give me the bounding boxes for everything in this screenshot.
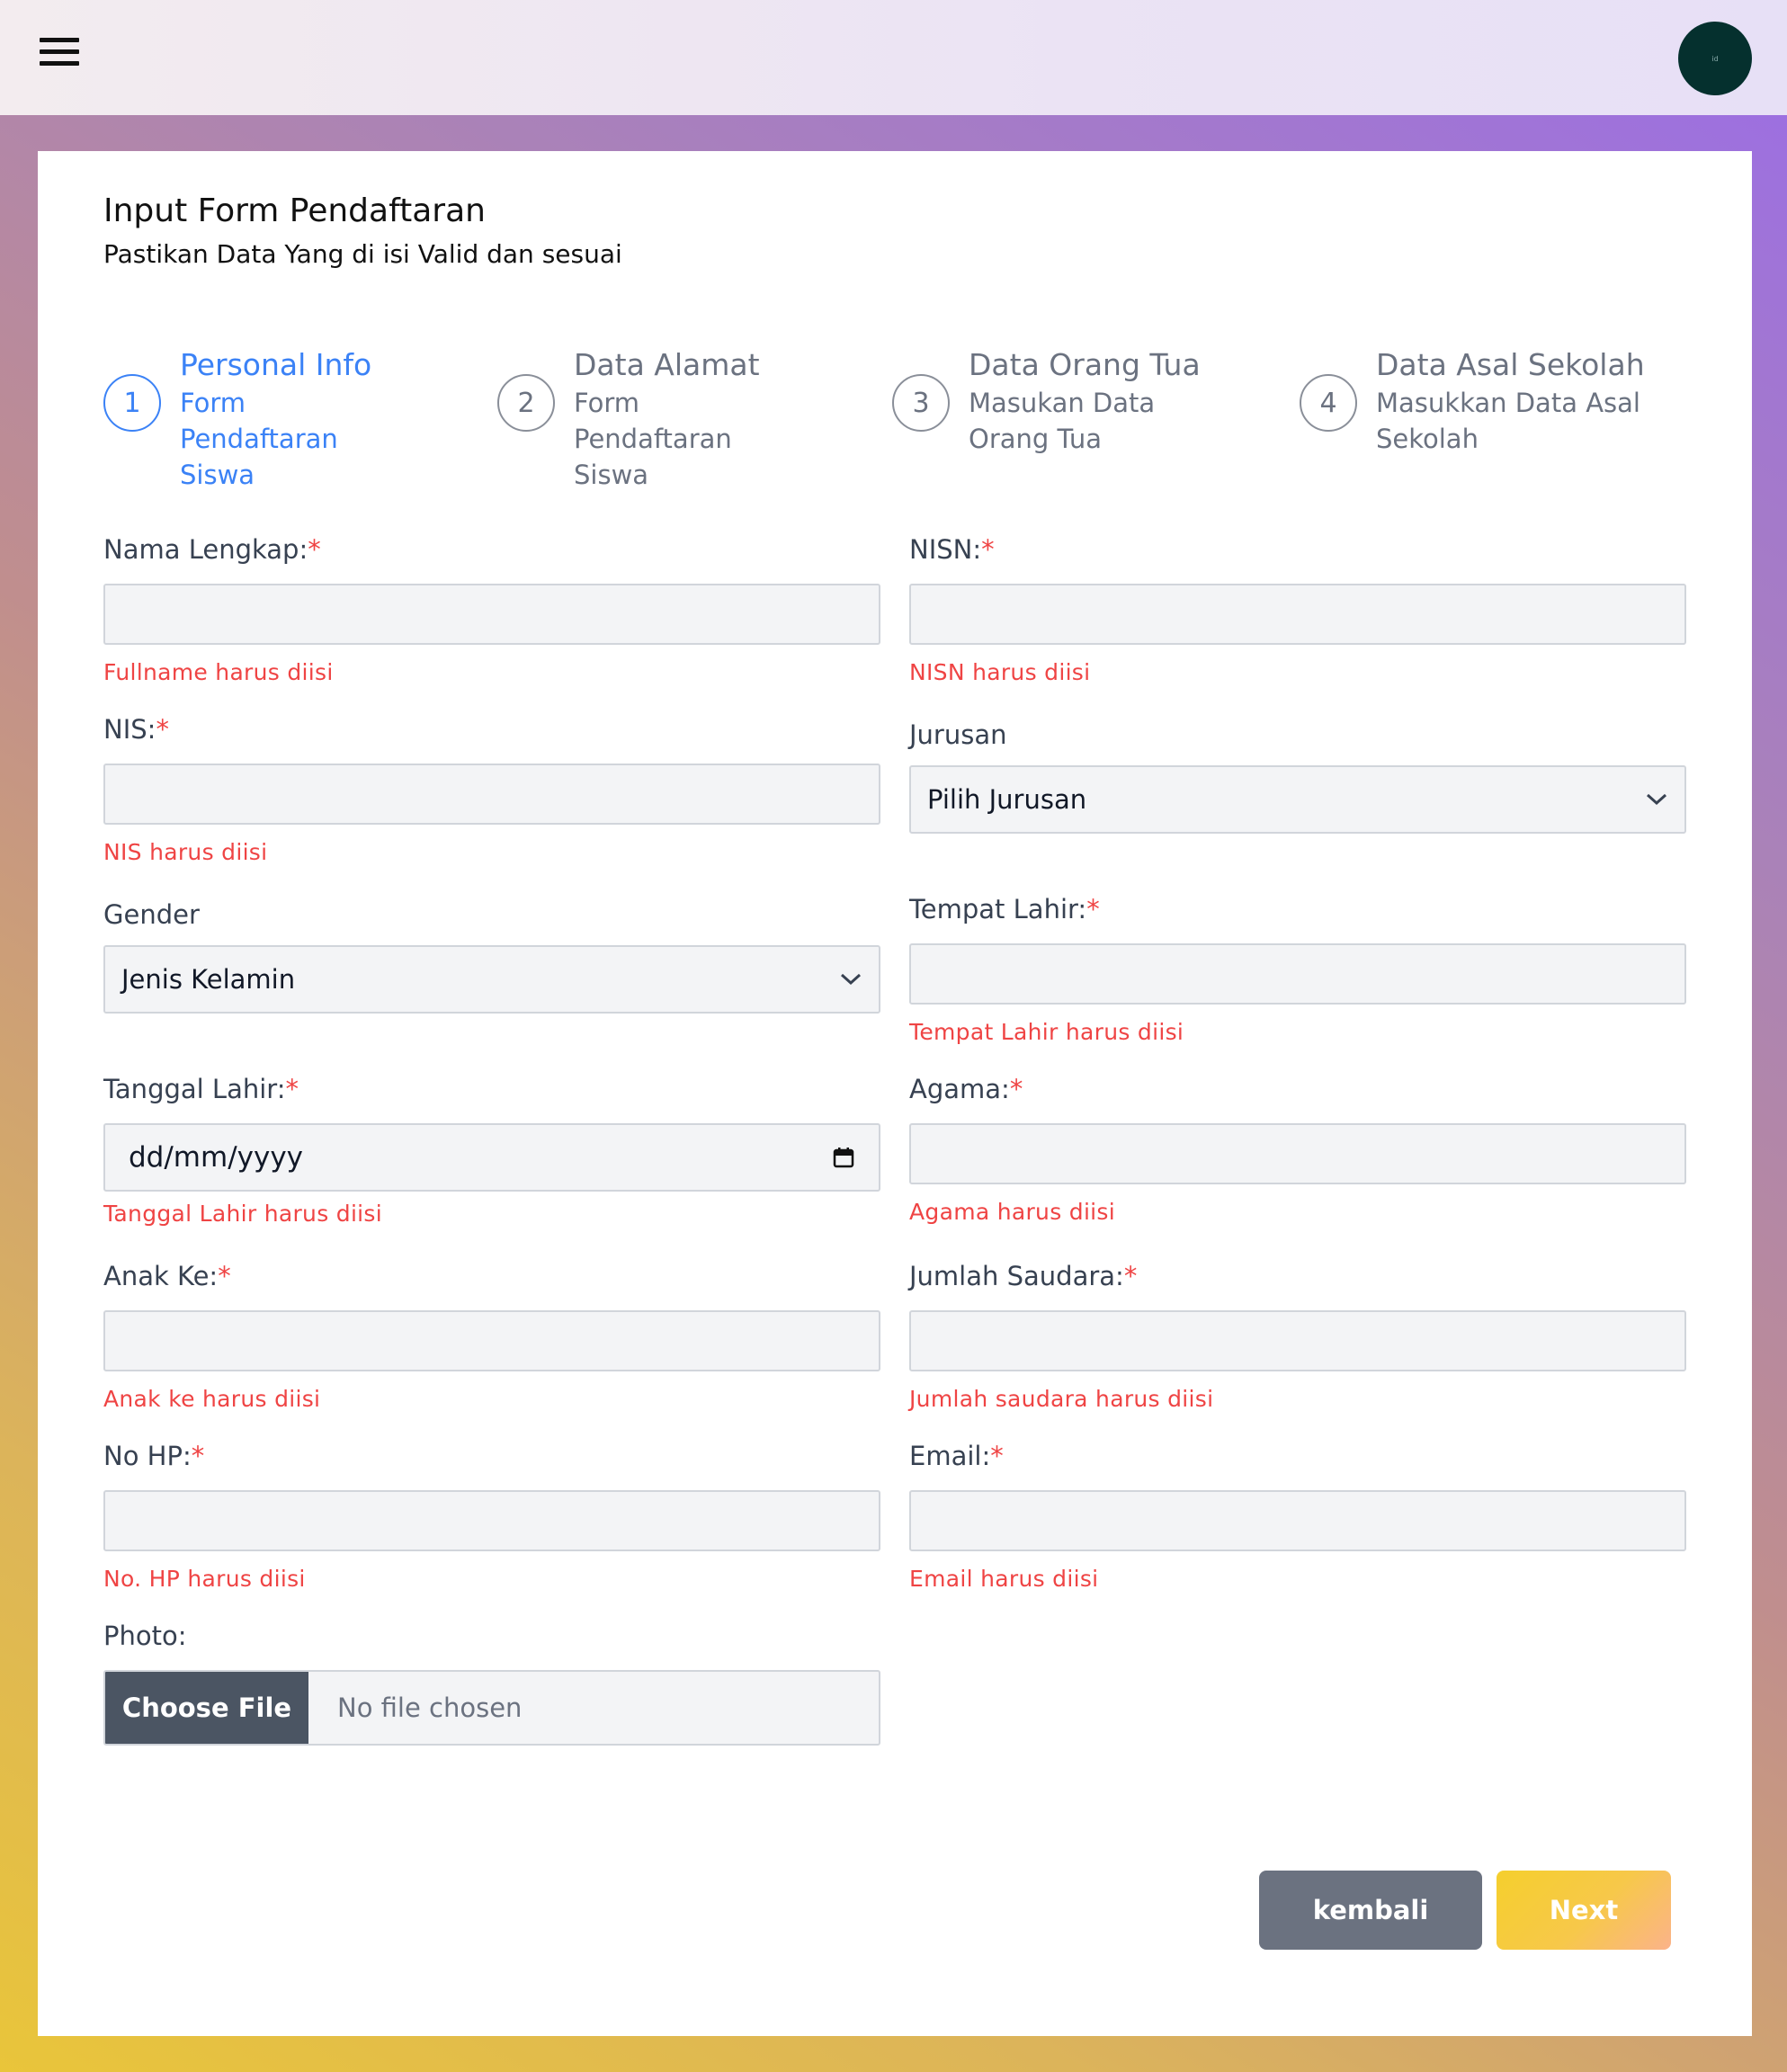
field-anak-ke: Anak Ke:* Anak ke harus diisi <box>103 1258 880 1415</box>
email-input[interactable] <box>909 1490 1686 1551</box>
required-marker: * <box>990 1441 1004 1471</box>
field-jumlah-saudara: Jumlah Saudara:* Jumlah saudara harus di… <box>909 1258 1686 1415</box>
field-photo: Photo: Choose File No file chosen <box>103 1618 880 1746</box>
jurusan-selected-value: Pilih Jurusan <box>927 784 1087 815</box>
jumlah-saudara-error: Jumlah saudara harus diisi <box>909 1386 1214 1412</box>
nisn-label: NISN: <box>909 534 982 565</box>
file-status: No file chosen <box>337 1692 523 1723</box>
field-email: Email:* Email harus diisi <box>909 1438 1686 1594</box>
no-hp-input[interactable] <box>103 1490 880 1551</box>
jumlah-saudara-input[interactable] <box>909 1310 1686 1371</box>
nis-error: NIS harus diisi <box>103 839 268 865</box>
nisn-error: NISN harus diisi <box>909 659 1091 685</box>
no-hp-error: No. HP harus diisi <box>103 1566 306 1592</box>
required-marker: * <box>156 714 169 745</box>
nis-label: NIS: <box>103 714 156 745</box>
no-hp-label: No HP: <box>103 1441 192 1471</box>
page-title: Input Form Pendaftaran <box>103 192 486 229</box>
chevron-down-icon <box>840 973 862 986</box>
anak-ke-input[interactable] <box>103 1310 880 1371</box>
tempat-lahir-input[interactable] <box>909 943 1686 1005</box>
required-marker: * <box>218 1261 231 1291</box>
step-description: Sekolah <box>1376 424 1479 454</box>
step-description: Siswa <box>574 460 649 490</box>
field-no-hp: No HP:* No. HP harus diisi <box>103 1438 880 1594</box>
tempat-lahir-label: Tempat Lahir: <box>909 894 1087 924</box>
tanggal-lahir-error: Tanggal Lahir harus diisi <box>103 1201 383 1227</box>
required-marker: * <box>285 1074 299 1104</box>
agama-label: Agama: <box>909 1074 1010 1104</box>
agama-error: Agama harus diisi <box>909 1199 1116 1225</box>
gender-label: Gender <box>103 899 200 930</box>
field-jurusan: Jurusan Pilih Jurusan <box>909 717 1686 834</box>
field-agama: Agama:* Agama harus diisi <box>909 1071 1686 1228</box>
anak-ke-error: Anak ke harus diisi <box>103 1386 321 1412</box>
photo-file-input[interactable]: Choose File No file chosen <box>103 1670 880 1746</box>
step-title: Data Asal Sekolah <box>1376 347 1645 382</box>
step-description: Form Pendaftaran <box>180 388 338 454</box>
next-button[interactable]: Next <box>1497 1871 1671 1950</box>
chevron-down-icon <box>1646 793 1667 806</box>
field-gender: Gender Jenis Kelamin <box>103 897 880 1014</box>
step-description: Siswa <box>180 460 255 490</box>
field-nama-lengkap: Nama Lengkap:* Fullname harus diisi <box>103 531 880 688</box>
tanggal-lahir-date-input[interactable]: dd/mm/yyyy <box>103 1123 880 1192</box>
choose-file-button[interactable]: Choose File <box>105 1672 308 1744</box>
field-nis: NIS:* NIS harus diisi <box>103 711 880 868</box>
back-button[interactable]: kembali <box>1259 1871 1482 1950</box>
step-number-1: 1 <box>103 374 161 432</box>
page-subtitle: Pastikan Data Yang di isi Valid dan sesu… <box>103 239 622 269</box>
top-navbar: id <box>0 0 1787 115</box>
step-number-4: 4 <box>1300 374 1357 432</box>
required-marker: * <box>981 534 995 565</box>
step-description: Masukan Data <box>969 388 1156 418</box>
calendar-icon[interactable] <box>832 1146 855 1169</box>
nama-lengkap-error: Fullname harus diisi <box>103 659 334 685</box>
field-tanggal-lahir: Tanggal Lahir:* dd/mm/yyyy Tanggal Lahir… <box>103 1071 880 1229</box>
agama-input[interactable] <box>909 1123 1686 1184</box>
field-nisn: NISN:* NISN harus diisi <box>909 531 1686 688</box>
avatar[interactable]: id <box>1678 22 1752 95</box>
tanggal-lahir-label: Tanggal Lahir: <box>103 1074 286 1104</box>
date-placeholder: dd/mm/yyyy <box>129 1141 304 1174</box>
step-description: Masukkan Data Asal <box>1376 388 1640 418</box>
email-error: Email harus diisi <box>909 1566 1099 1592</box>
gender-select[interactable]: Jenis Kelamin <box>103 945 880 1014</box>
jurusan-label: Jurusan <box>909 719 1007 750</box>
hamburger-menu-icon[interactable] <box>40 38 81 67</box>
step-number-3: 3 <box>892 374 950 432</box>
step-title: Data Orang Tua <box>969 347 1201 382</box>
required-marker: * <box>1086 894 1100 924</box>
nama-lengkap-input[interactable] <box>103 584 880 645</box>
required-marker: * <box>191 1441 205 1471</box>
step-title: Personal Info <box>180 347 372 382</box>
step-title: Data Alamat <box>574 347 760 382</box>
nama-lengkap-label: Nama Lengkap: <box>103 534 308 565</box>
gender-selected-value: Jenis Kelamin <box>121 964 296 995</box>
required-marker: * <box>308 534 321 565</box>
jurusan-select[interactable]: Pilih Jurusan <box>909 765 1686 834</box>
required-marker: * <box>1123 1261 1138 1291</box>
step-number-2: 2 <box>497 374 555 432</box>
tempat-lahir-error: Tempat Lahir harus diisi <box>909 1019 1184 1045</box>
email-label: Email: <box>909 1441 991 1471</box>
jumlah-saudara-label: Jumlah Saudara: <box>909 1261 1124 1291</box>
step-description: Form Pendaftaran <box>574 388 732 454</box>
nisn-input[interactable] <box>909 584 1686 645</box>
step-description: Orang Tua <box>969 424 1102 454</box>
nis-input[interactable] <box>103 764 880 825</box>
required-marker: * <box>1009 1074 1023 1104</box>
photo-label: Photo: <box>103 1621 187 1651</box>
anak-ke-label: Anak Ke: <box>103 1261 219 1291</box>
field-tempat-lahir: Tempat Lahir:* Tempat Lahir harus diisi <box>909 891 1686 1048</box>
